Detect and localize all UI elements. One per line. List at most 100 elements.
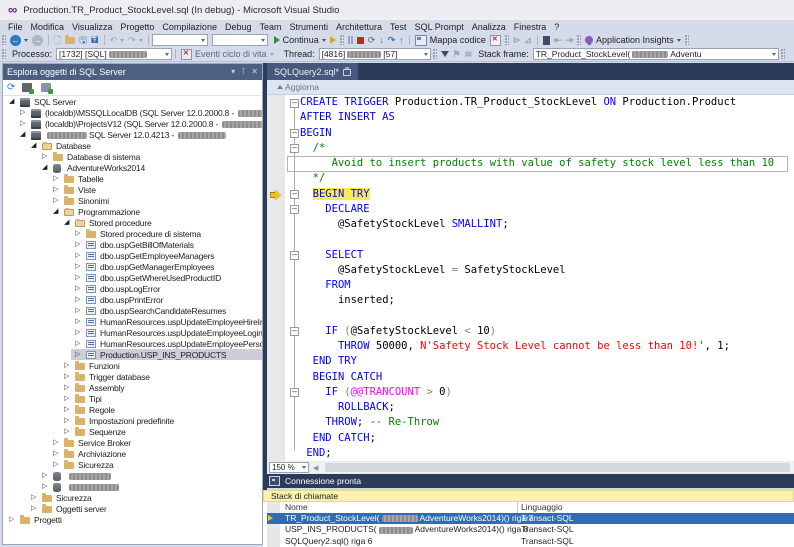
toolbar-grip[interactable] <box>433 49 437 59</box>
tree-item--localdb-mssqllocaldb-sql-serv[interactable]: (localdb)\MSSQLLocalDB (SQL Server 12.0.… <box>3 107 262 118</box>
expand-arrow-icon[interactable] <box>20 109 27 116</box>
column-header-language[interactable]: Linguaggio <box>521 502 563 513</box>
menu-item-debug[interactable]: Debug <box>221 22 256 32</box>
expand-arrow-icon[interactable] <box>42 472 49 479</box>
menu-item-progetto[interactable]: Progetto <box>116 22 158 32</box>
tree-item-oggetti-server[interactable]: Oggetti server <box>3 503 262 514</box>
fold-collapse-icon[interactable]: – <box>290 251 299 260</box>
application-insights-button[interactable]: Application Insights <box>585 34 681 46</box>
code-line-12[interactable]: @SafetyStockLevel = SafetyStockLevel <box>267 263 794 278</box>
expand-arrow-icon[interactable] <box>53 175 60 182</box>
menu-item-sql-prompt[interactable]: SQL Prompt <box>411 22 468 32</box>
save-button[interactable]: 🖫 <box>79 34 87 46</box>
expand-arrow-icon[interactable] <box>75 307 82 314</box>
collapse-arrow-icon[interactable] <box>42 164 49 171</box>
expand-arrow-icon[interactable] <box>53 186 60 193</box>
tree-item--localdb-projectsv12-sql-serve[interactable]: (localdb)\ProjectsV12 (SQL Server 12.0.2… <box>3 118 262 129</box>
tree-item-sicurezza[interactable]: Sicurezza <box>3 492 262 503</box>
expand-arrow-icon[interactable] <box>31 494 38 501</box>
document-tab[interactable]: SQLQuery2.sql* <box>267 63 358 80</box>
call-stack-row-1[interactable]: TR_Product_StockLevel(AdventureWorks2014… <box>267 513 794 524</box>
tree-item-stored-procedure-di-sistema[interactable]: Stored procedure di sistema <box>3 228 262 239</box>
menu-item-compilazione[interactable]: Compilazione <box>158 22 221 32</box>
call-stack-row-2[interactable]: USP_INS_PRODUCTS(AdventureWorks2014)() r… <box>267 524 794 535</box>
code-line-13[interactable]: FROM <box>267 278 794 293</box>
column-separator[interactable] <box>517 502 518 513</box>
fold-collapse-icon[interactable]: – <box>290 129 299 138</box>
tree-item-sql-server[interactable]: SQL Server <box>3 96 262 107</box>
window-position-icon[interactable]: ▾ <box>231 64 235 80</box>
tree-item-production-usp-ins-products[interactable]: Production.USP_INS_PRODUCTS <box>3 349 262 360</box>
expand-arrow-icon[interactable] <box>75 340 82 347</box>
thread-combo[interactable]: [4816] [57] <box>319 48 431 60</box>
code-line-20[interactable]: – IF (@@TRANCOUNT > 0) <box>267 385 794 400</box>
refresh-icon[interactable]: ⟳ <box>7 81 15 95</box>
new-file-button[interactable]: 🗋 <box>54 34 61 46</box>
menu-item-visualizza[interactable]: Visualizza <box>68 22 116 32</box>
expand-arrow-icon[interactable] <box>53 450 60 457</box>
collapse-arrow-icon[interactable] <box>20 131 27 138</box>
tree-item-tabelle[interactable]: Tabelle <box>3 173 262 184</box>
show-current-frame-button[interactable]: ≋ <box>465 48 473 60</box>
code-line-4[interactable]: – /* <box>267 141 794 156</box>
menu-item-modifica[interactable]: Modifica <box>27 22 69 32</box>
expand-arrow-icon[interactable] <box>64 417 71 424</box>
expand-arrow-icon[interactable] <box>64 406 71 413</box>
menu-item--[interactable]: ? <box>550 22 563 32</box>
collapse-arrow-icon[interactable] <box>53 208 60 215</box>
tree-item-database-di-sistema[interactable]: Database di sistema <box>3 151 262 162</box>
toolbar-grip[interactable] <box>685 35 689 45</box>
expand-arrow-icon[interactable] <box>64 373 71 380</box>
expand-arrow-icon[interactable] <box>75 296 82 303</box>
toolbar-grip[interactable] <box>340 35 344 45</box>
menu-item-test[interactable]: Test <box>386 22 411 32</box>
flag-threads-button[interactable]: ⚑ <box>453 48 461 60</box>
restart-button[interactable]: ⟳ <box>368 34 376 46</box>
expand-arrow-icon[interactable] <box>31 505 38 512</box>
tree-item-sinonimi[interactable]: Sinonimi <box>3 195 262 206</box>
horizontal-scrollbar[interactable]: ◀ <box>311 462 794 473</box>
tree-item-service-broker[interactable]: Service Broker <box>3 437 262 448</box>
tree-item[interactable] <box>3 481 262 492</box>
code-line-22[interactable]: THROW; -- Re-Throw <box>267 415 794 430</box>
navigate-forward-button[interactable]: → <box>32 34 43 46</box>
tree-item-programmazione[interactable]: Programmazione <box>3 206 262 217</box>
code-line-5[interactable]: Avoid to insert products with value of s… <box>267 156 794 171</box>
code-line-2[interactable]: AFTER INSERT AS <box>267 110 794 125</box>
tree-item-progetti[interactable]: Progetti <box>3 514 262 525</box>
tree-item-dbo-uspprinterror[interactable]: dbo.uspPrintError <box>3 294 262 305</box>
code-line-8[interactable]: – DECLARE <box>267 202 794 217</box>
add-server-icon[interactable] <box>22 83 32 92</box>
tree-item-regole[interactable]: Regole <box>3 404 262 415</box>
call-stack-header[interactable]: Stack di chiamate <box>263 490 794 502</box>
collapse-arrow-icon[interactable] <box>31 142 38 149</box>
step-out-button[interactable]: ↑ <box>399 34 404 46</box>
expand-arrow-icon[interactable] <box>64 362 71 369</box>
pause-button[interactable] <box>348 34 353 46</box>
expand-arrow-icon[interactable] <box>75 252 82 259</box>
collapse-arrow-icon[interactable] <box>64 219 71 226</box>
toolbar-grip[interactable] <box>2 49 6 59</box>
pin-icon[interactable]: ⊺ <box>241 64 245 80</box>
lifecycle-events-button[interactable]: Eventi ciclo di vita <box>181 48 274 60</box>
tree-item-database[interactable]: Database <box>3 140 262 151</box>
tree-item-stored-procedure[interactable]: Stored procedure <box>3 217 262 228</box>
open-file-button[interactable] <box>65 34 75 46</box>
code-line-9[interactable]: @SafetyStockLevel SMALLINT; <box>267 217 794 232</box>
code-line-16[interactable]: – IF (@SafetyStockLevel < 10) <box>267 324 794 339</box>
code-map-button[interactable]: Mappa codice <box>415 34 486 46</box>
fold-collapse-icon[interactable]: – <box>290 99 299 108</box>
expand-arrow-icon[interactable] <box>42 483 49 490</box>
navigate-back-button[interactable]: ← <box>10 34 28 46</box>
tree-item-trigger-database[interactable]: Trigger database <box>3 371 262 382</box>
tree-item[interactable]: SQL Server 12.0.4213 - <box>3 129 262 140</box>
save-all-button[interactable]: 🖬 <box>91 34 99 46</box>
expand-arrow-icon[interactable] <box>75 285 82 292</box>
tree-item-tipi[interactable]: Tipi <box>3 393 262 404</box>
tree-item-dbo-usplogerror[interactable]: dbo.uspLogError <box>3 283 262 294</box>
fold-collapse-icon[interactable]: – <box>290 388 299 397</box>
expand-arrow-icon[interactable] <box>75 329 82 336</box>
fold-collapse-icon[interactable]: – <box>290 190 299 199</box>
step-into-button[interactable]: ↓ <box>379 34 384 46</box>
tree-item-impostazioni-predefinite[interactable]: Impostazioni predefinite <box>3 415 262 426</box>
